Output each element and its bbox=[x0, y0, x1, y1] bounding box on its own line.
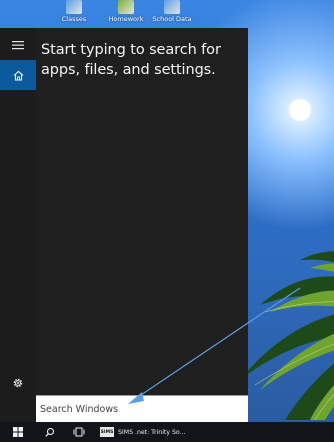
start-menu-expand-button[interactable] bbox=[0, 30, 36, 60]
search-hint-text: Start typing to search for apps, files, … bbox=[41, 42, 221, 78]
start-menu-panel: Start typing to search for apps, files, … bbox=[36, 28, 248, 395]
home-icon bbox=[13, 70, 23, 81]
desktop-shortcut-icon bbox=[66, 0, 82, 14]
desktop-icon-label: School Data bbox=[152, 15, 192, 23]
start-menu-settings-button[interactable] bbox=[0, 368, 36, 398]
start-button[interactable] bbox=[0, 422, 36, 442]
search-box[interactable] bbox=[36, 395, 248, 422]
desktop-icon-3[interactable]: School Data bbox=[146, 0, 198, 26]
search-icon bbox=[45, 427, 55, 437]
start-menu-rail bbox=[0, 28, 36, 422]
taskbar-app-sims[interactable]: SIMS SIMS .net: Trinity So... bbox=[96, 422, 192, 442]
desktop-shortcut-icon bbox=[164, 0, 180, 14]
task-view-button[interactable] bbox=[64, 422, 94, 442]
hamburger-icon bbox=[12, 41, 24, 50]
palm-tree-image bbox=[240, 251, 334, 420]
taskbar-app-label: SIMS .net: Trinity So... bbox=[118, 428, 186, 436]
search-input[interactable] bbox=[36, 397, 240, 421]
desktop-shortcut-icon bbox=[118, 0, 134, 14]
desktop-icon-label: Homework bbox=[108, 15, 144, 23]
task-view-icon bbox=[73, 427, 85, 437]
gear-icon bbox=[13, 378, 23, 388]
sims-app-icon: SIMS bbox=[100, 427, 114, 437]
taskbar: SIMS SIMS .net: Trinity So... bbox=[0, 422, 334, 442]
windows-logo-icon bbox=[13, 427, 23, 437]
desktop-icon-1[interactable]: Classes bbox=[48, 0, 100, 26]
taskbar-search-button[interactable] bbox=[36, 422, 64, 442]
desktop-icon-label: Classes bbox=[61, 15, 87, 23]
desktop-icon-2[interactable]: Homework bbox=[100, 0, 152, 26]
start-menu-home-button[interactable] bbox=[0, 60, 36, 90]
